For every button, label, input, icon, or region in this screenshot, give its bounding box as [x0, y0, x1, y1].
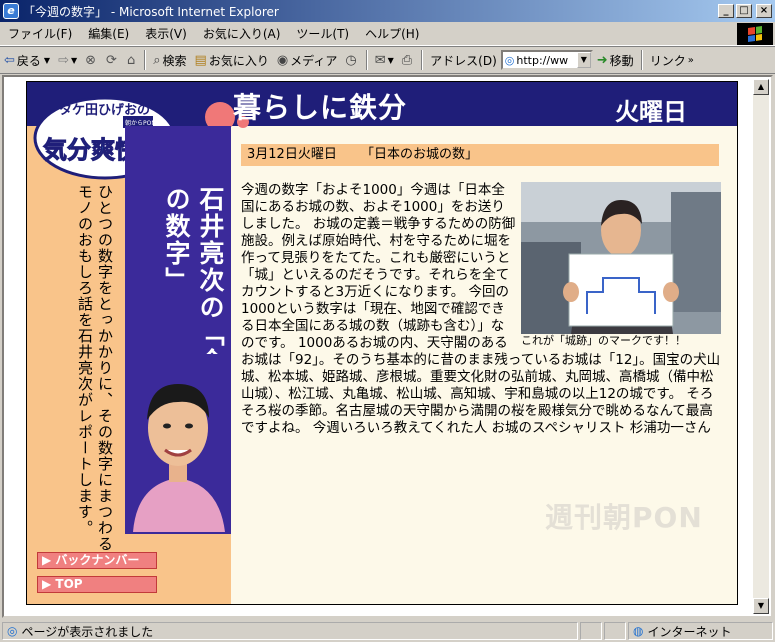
- print-button[interactable]: ⎙: [398, 49, 418, 71]
- stop-button[interactable]: ⊗: [81, 49, 102, 71]
- go-button[interactable]: ➜ 移動: [593, 49, 638, 71]
- chevron-right-icon: »: [687, 54, 694, 66]
- media-icon: ◉: [276, 52, 289, 68]
- date-topic-bar: 3月12日火曜日 「日本のお城の数」: [241, 144, 719, 166]
- page-title: 暮らしに鉄分: [233, 91, 408, 124]
- favorites-button[interactable]: ▤ お気に入り: [191, 49, 273, 71]
- history-icon: ◷: [345, 52, 357, 68]
- search-button[interactable]: ⌕ 検索: [149, 49, 190, 71]
- toolbar: ⇦ 戻る ▼ ⇨ ▼ ⊗ ⟳ ⌂ ⌕ 検索 ▤ お気に入り ◉ メディア ◷ ✉…: [0, 46, 775, 74]
- browser-viewport[interactable]: タケ田ひげおの 朝からPON 気分爽快!! 暮らしに鉄分 火曜日 ひとつの数字を…: [2, 75, 773, 618]
- favorites-label: お気に入り: [208, 53, 269, 68]
- statusbar: ◎ ページが表示されました ◍ インターネット: [0, 620, 775, 642]
- back-number-button[interactable]: ▶ バックナンバー: [37, 552, 157, 569]
- toolbar-separator: [421, 50, 424, 70]
- maximize-button[interactable]: □: [736, 4, 752, 18]
- print-icon: ⎙: [401, 52, 413, 68]
- menu-help[interactable]: ヘルプ(H): [357, 25, 427, 42]
- article-date: 3月12日火曜日: [247, 147, 337, 162]
- address-field[interactable]: ◎ http://ww ▼: [500, 50, 593, 70]
- internet-globe-icon: ◍: [633, 624, 644, 638]
- day-label: 火曜日: [615, 98, 687, 126]
- home-button[interactable]: ⌂: [123, 49, 141, 71]
- back-arrow-icon: ⇦: [4, 52, 15, 68]
- search-icon: ⌕: [153, 52, 161, 68]
- photo-caption: これが「城跡」のマークです！！: [521, 334, 721, 347]
- page-done-icon: ◎: [7, 624, 18, 638]
- logo-top-text: タケ田ひげおの: [59, 102, 150, 118]
- menu-tools[interactable]: ツール(T): [288, 25, 357, 42]
- web-page: タケ田ひげおの 朝からPON 気分爽快!! 暮らしに鉄分 火曜日 ひとつの数字を…: [26, 81, 738, 605]
- search-label: 検索: [162, 53, 187, 68]
- home-icon: ⌂: [126, 52, 136, 68]
- minimize-button[interactable]: _: [718, 4, 734, 18]
- window-title: 「今週の数字」 - Microsoft Internet Explorer: [23, 4, 279, 19]
- chevron-down-icon[interactable]: ▼: [388, 56, 394, 65]
- media-label: メディア: [290, 53, 338, 68]
- favorites-icon: ▤: [194, 52, 207, 68]
- forward-arrow-icon: ⇨: [58, 52, 69, 68]
- menu-edit[interactable]: 編集(E): [80, 25, 137, 42]
- status-cell: [604, 622, 626, 640]
- article-topic: 「日本のお城の数」: [360, 147, 478, 162]
- toolbar-separator: [640, 50, 643, 70]
- back-label: 戻る: [16, 53, 41, 68]
- go-arrow-icon: ➜: [596, 52, 608, 68]
- links-label: リンク: [649, 53, 686, 68]
- windows-logo-icon: [737, 23, 773, 45]
- refresh-button[interactable]: ⟳: [102, 49, 123, 71]
- forward-button[interactable]: ⇨ ▼: [54, 49, 81, 71]
- page-icon: ◎: [504, 53, 515, 67]
- history-button[interactable]: ◷: [341, 49, 362, 71]
- stop-icon: ⊗: [85, 52, 97, 68]
- menubar: ファイル(F) 編集(E) 表示(V) お気に入り(A) ツール(T) ヘルプ(…: [0, 22, 775, 46]
- status-message: ページが表示されました: [21, 624, 154, 639]
- address-value: http://ww: [516, 53, 569, 67]
- status-cell: [580, 622, 602, 640]
- address-label: アドレス(D): [430, 53, 497, 68]
- media-button[interactable]: ◉ メディア: [273, 49, 342, 71]
- mail-icon: ✉: [374, 52, 386, 68]
- refresh-icon: ⟳: [106, 52, 117, 68]
- intro-text: ひとつの数字をとっかかりに、その数字にまつわるモノのおもしろ話を石井亮次がレポー…: [76, 184, 114, 552]
- chevron-down-icon[interactable]: ▼: [576, 52, 591, 68]
- menu-favorites[interactable]: お気に入り(A): [195, 25, 289, 42]
- zone-panel: ◍ インターネット: [628, 622, 773, 640]
- castle-mark-photo: [521, 182, 721, 334]
- window-titlebar: e 「今週の数字」 - Microsoft Internet Explorer …: [0, 0, 775, 22]
- scroll-down-icon[interactable]: ▼: [753, 598, 769, 614]
- chevron-down-icon[interactable]: ▼: [71, 56, 77, 65]
- status-message-panel: ◎ ページが表示されました: [2, 622, 578, 640]
- toolbar-separator: [365, 50, 368, 70]
- chevron-down-icon[interactable]: ▼: [44, 56, 50, 65]
- toolbar-separator: [144, 50, 147, 70]
- presenter-photo: [125, 354, 231, 532]
- menu-file[interactable]: ファイル(F): [0, 25, 80, 42]
- mail-button[interactable]: ✉ ▼: [371, 49, 398, 71]
- ie-icon: e: [3, 3, 19, 19]
- menu-view[interactable]: 表示(V): [137, 25, 195, 42]
- watermark-text: 週刊朝PON: [545, 501, 703, 534]
- vertical-scrollbar[interactable]: ▲ ▼: [753, 79, 769, 614]
- top-button[interactable]: ▶ TOP: [37, 576, 157, 593]
- links-button[interactable]: リンク »: [646, 49, 698, 71]
- scroll-up-icon[interactable]: ▲: [753, 79, 769, 95]
- close-button[interactable]: ×: [756, 4, 772, 18]
- zone-label: インターネット: [647, 624, 732, 639]
- go-label: 移動: [609, 53, 634, 68]
- article-photo: これが「城跡」のマークです！！: [521, 182, 721, 348]
- article-body: これが「城跡」のマークです！！ 今週の数字「およそ1000」今週は「日本全国にあ…: [241, 182, 721, 512]
- back-button[interactable]: ⇦ 戻る ▼: [0, 49, 54, 71]
